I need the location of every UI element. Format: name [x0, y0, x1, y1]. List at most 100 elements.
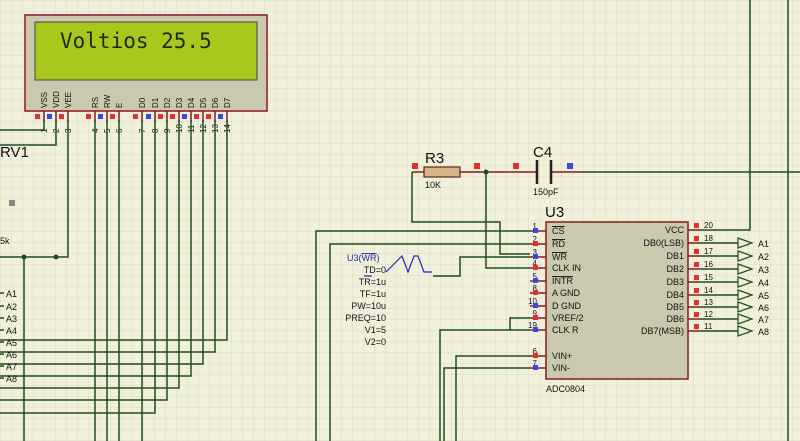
u3-left-pin-name: INTR	[552, 276, 573, 286]
lcd-pin-name: D2	[163, 97, 172, 108]
u3-right-pin-name: VCC	[665, 225, 685, 235]
lcd-pin-name: D1	[151, 97, 160, 108]
r3-pin1-marker	[412, 163, 418, 169]
schematic: Voltios 25.5 VSS1VDD2VEE3RS4RW5E6D07D18D…	[0, 0, 800, 441]
u3-right-pin-name: DB1	[666, 251, 684, 261]
left-net-label: A6	[6, 350, 17, 360]
pulse-param: TR=1u	[359, 277, 386, 287]
output-net-label: A1	[758, 239, 769, 249]
u3-right-pin-name: DB7(MSB)	[641, 326, 684, 336]
u3-right-pin-marker	[694, 288, 699, 293]
u3-right-pin-number: 12	[704, 310, 713, 319]
left-net-label: A2	[6, 302, 17, 312]
output-net-label: A5	[758, 291, 769, 301]
u3-left-pin-name: VIN+	[552, 351, 572, 361]
left-net-label: A8	[6, 374, 17, 384]
u3-left-pin-marker	[533, 303, 538, 308]
left-net-label: A3	[6, 314, 17, 324]
u3-right-pin-marker	[694, 236, 699, 241]
u3-right-pin-number: 18	[704, 234, 713, 243]
c4-value: 150pF	[533, 187, 559, 197]
pulse-param: TF=1u	[360, 289, 386, 299]
r3-value: 10K	[425, 180, 441, 190]
u3-right-pin-name: DB2	[666, 264, 684, 274]
r3-body	[423, 166, 461, 178]
u3-right-pin-name: DB4	[666, 290, 684, 300]
left-net-label: A1	[6, 289, 17, 299]
lcd-pin-name: D7	[223, 97, 232, 108]
u3-left-pin-name: VIN-	[552, 363, 570, 373]
lcd-pin-name: RW	[103, 94, 112, 108]
r3-ref: R3	[425, 150, 444, 167]
lcd-pin-marker	[59, 114, 64, 119]
lcd-pin-marker	[110, 114, 115, 119]
lcd-pin-marker	[146, 114, 151, 119]
u3-left-pin-name: D GND	[552, 301, 582, 311]
lcd-pin-marker	[35, 114, 40, 119]
u3-right-pin-marker	[694, 300, 699, 305]
lcd-pin-name: VSS	[40, 92, 49, 108]
lcd-pin-name: D0	[138, 97, 147, 108]
u3-left-pin-marker	[533, 290, 538, 295]
u3-ref: U3	[545, 204, 564, 221]
pulse-param: PREQ=10	[345, 313, 386, 323]
rv1-value: 5k	[0, 236, 10, 246]
u3-right-pin-number: 14	[704, 286, 713, 295]
pulse-title: U3(WR)	[347, 253, 380, 263]
lcd-pin-marker	[182, 114, 187, 119]
u3-right-pin-number: 20	[704, 221, 713, 230]
u3-right-pin-name: DB6	[666, 314, 684, 324]
c4-pin2-marker	[567, 163, 573, 169]
r3-pin2-marker	[474, 163, 480, 169]
output-net-label: A7	[758, 315, 769, 325]
lcd-pin-marker	[158, 114, 163, 119]
u3-left-pin-marker	[533, 365, 538, 370]
u3-left-pin-name: CS	[552, 226, 565, 236]
u3-left-pin-name: A GND	[552, 288, 581, 298]
u3-part: ADC0804	[546, 384, 585, 394]
u3-left-pin-name: VREF/2	[552, 313, 584, 323]
left-net-label: A4	[6, 326, 17, 336]
c4-pin1-marker	[513, 163, 519, 169]
u3-right-pin-name: DB5	[666, 302, 684, 312]
u3-right-pin-number: 13	[704, 298, 713, 307]
u3-left-pin-marker	[533, 327, 538, 332]
output-net-label: A4	[758, 278, 769, 288]
rv1-ref: RV1	[0, 144, 29, 161]
u3-right-pin-name: DB3	[666, 277, 684, 287]
lcd-pin-marker	[47, 114, 52, 119]
lcd-pin-marker	[133, 114, 138, 119]
u3-right-pin-marker	[694, 324, 699, 329]
u3-left-pin-name: CLK R	[552, 325, 579, 335]
output-net-label: A6	[758, 303, 769, 313]
output-net-label: A2	[758, 252, 769, 262]
lcd-pin-name: VDD	[52, 91, 61, 108]
left-net-label: A5	[6, 338, 17, 348]
u3-left-pin-marker	[533, 315, 538, 320]
u3-left-pin-marker	[533, 241, 538, 246]
u3-right-pin-number: 11	[704, 322, 713, 331]
lcd-pin-name: RS	[91, 97, 100, 108]
lcd-pin-name: D3	[175, 97, 184, 108]
u3-right-pin-marker	[694, 249, 699, 254]
lcd-pin-marker	[86, 114, 91, 119]
lcd-pin-name: D5	[199, 97, 208, 108]
u3-right-pin-name: DB0(LSB)	[643, 238, 684, 248]
lcd-pin-name: VEE	[64, 92, 73, 108]
lcd-pin-name: D6	[211, 97, 220, 108]
u3-right-pin-marker	[694, 223, 699, 228]
lcd-pin-marker	[194, 114, 199, 119]
pulse-param: V1=5	[365, 325, 386, 335]
u3-left-pin-name: CLK IN	[552, 263, 581, 273]
u3-left-pin-name: WR	[552, 252, 567, 262]
u3-right-pin-number: 17	[704, 247, 713, 256]
u3-right-pin-marker	[694, 262, 699, 267]
u3-right-pin-number: 16	[704, 260, 713, 269]
lcd-display-text: Voltios 25.5	[60, 29, 212, 53]
u3-adc0804[interactable]: U3 1 CS2 RD3 WR4 CLK IN5 INTR8 A GND10 D GND9 VR…	[528, 204, 713, 394]
u3-left-pin-marker	[533, 353, 538, 358]
pulse-param: TD=0	[364, 265, 386, 275]
u3-right-pin-marker	[694, 312, 699, 317]
u3-left-pin-marker	[533, 265, 538, 270]
lcd-pin-marker	[170, 114, 175, 119]
